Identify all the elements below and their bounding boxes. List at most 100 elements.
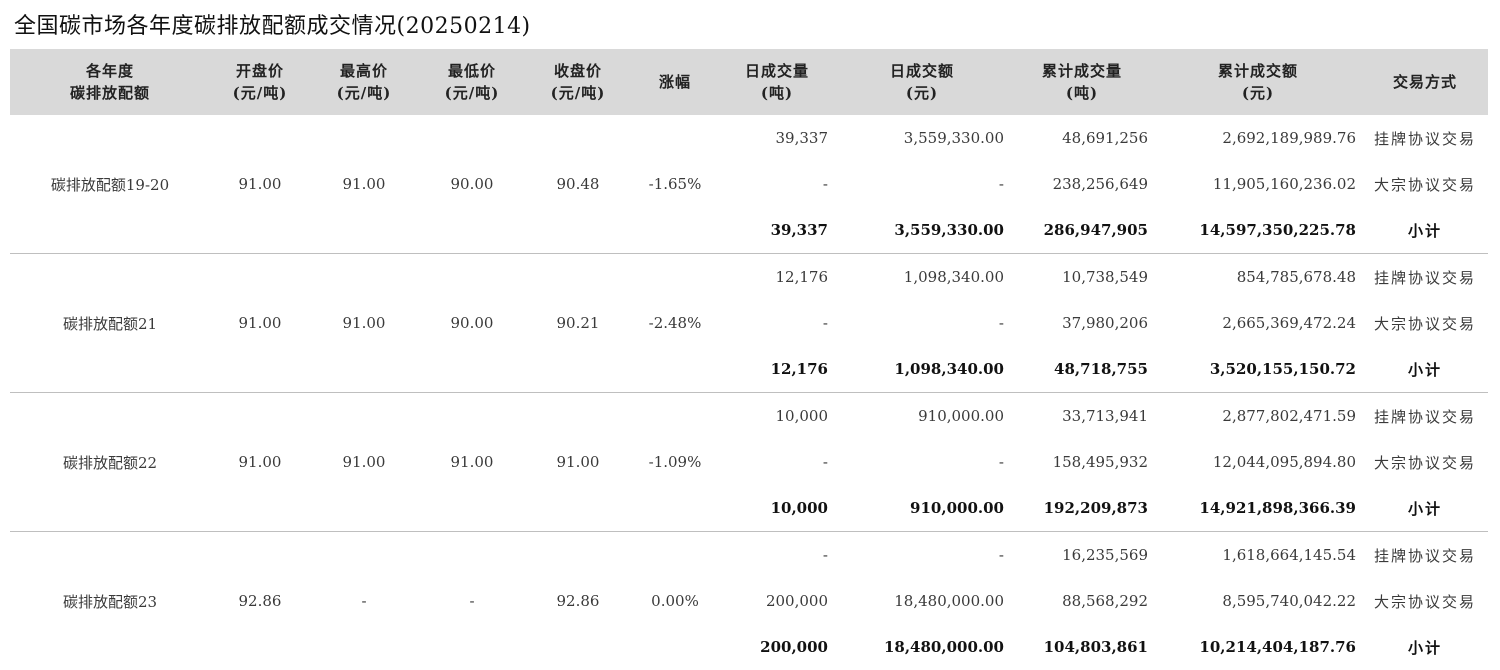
- cumulative-amount-cell: 3,520,155,150.72: [1154, 346, 1362, 393]
- low-price-cell: 90.00: [418, 253, 526, 393]
- change-cell: -1.09%: [630, 392, 720, 532]
- daily-volume-cell: -: [822, 314, 828, 332]
- close-price-cell: 90.48: [526, 115, 630, 254]
- daily-volume-cell: 10,000: [720, 485, 834, 532]
- open-price-cell: 91.00: [210, 253, 310, 393]
- col-header-trade-mode: 交易方式: [1362, 49, 1488, 115]
- quota-trading-table: 各年度 碳排放配额 开盘价 (元/吨) 最高价 (元/吨) 最低价 (元/吨) …: [10, 49, 1488, 670]
- daily-amount-cell: -: [998, 314, 1004, 332]
- table-header-row: 各年度 碳排放配额 开盘价 (元/吨) 最高价 (元/吨) 最低价 (元/吨) …: [10, 49, 1488, 115]
- open-price-cell: 92.86: [238, 592, 282, 610]
- high-price-cell: 91.00: [310, 392, 418, 532]
- open-price-cell: 91.00: [210, 115, 310, 254]
- trade-mode-cell: 小计: [1362, 346, 1488, 393]
- daily-volume-cell: 200,000: [765, 592, 828, 610]
- table-row: 碳排放配额19-20 91.00 91.00 90.00 90.48 -1.65% 39,3…: [10, 115, 1488, 254]
- quota-name-cell: 碳排放配额21: [10, 253, 210, 393]
- cumulative-amount-cell: 2,877,802,471.59: [1222, 407, 1356, 425]
- table-row: 碳排放配额22 91.00 91.00 91.00 91.00 -1.09% 10,000 9…: [10, 392, 1488, 532]
- table-body: 碳排放配额19-20 91.00 91.00 90.00 90.48 -1.65% 39,3…: [10, 115, 1488, 670]
- cumulative-volume-cell: 158,495,932: [1052, 453, 1148, 471]
- cumulative-volume-cell: 10,738,549: [1062, 268, 1148, 286]
- trade-mode-cell: 大宗协议交易: [1373, 175, 1476, 194]
- col-header-change: 涨幅: [630, 49, 720, 115]
- trade-mode-cell: 挂牌协议交易: [1373, 129, 1476, 148]
- cumulative-amount-cell: 8,595,740,042.22: [1222, 592, 1356, 610]
- col-header-daily-amount: 日成交额 (元): [834, 49, 1010, 115]
- col-header-cumulative-volume: 累计成交量 (吨): [1010, 49, 1154, 115]
- daily-volume-cell: 12,176: [775, 268, 829, 286]
- daily-amount-cell: 18,480,000.00: [894, 592, 1004, 610]
- high-price-cell: -: [361, 592, 367, 610]
- open-price-cell: 91.00: [210, 392, 310, 532]
- cumulative-amount-cell: 2,665,369,472.24: [1222, 314, 1356, 332]
- cumulative-volume-cell: 286,947,905: [1010, 207, 1154, 254]
- cumulative-volume-cell: 48,718,755: [1010, 346, 1154, 393]
- cumulative-amount-cell: 2,692,189,989.76: [1222, 129, 1356, 147]
- cumulative-volume-cell: 16,235,569: [1062, 546, 1148, 564]
- cumulative-amount-cell: 1,618,664,145.54: [1222, 546, 1356, 564]
- cumulative-volume-cell: 192,209,873: [1010, 485, 1154, 532]
- high-price-cell: 91.00: [310, 253, 418, 393]
- quota-name-cell: 碳排放配额19-20: [10, 115, 210, 254]
- close-price-cell: 91.00: [526, 392, 630, 532]
- trade-mode-cell: 挂牌协议交易: [1373, 407, 1476, 426]
- col-header-low-price: 最低价 (元/吨): [418, 49, 526, 115]
- cumulative-amount-cell: 11,905,160,236.02: [1212, 175, 1356, 193]
- cumulative-volume-cell: 238,256,649: [1052, 175, 1148, 193]
- daily-amount-cell: 1,098,340.00: [834, 346, 1010, 393]
- daily-amount-cell: 18,480,000.00: [883, 638, 1004, 656]
- daily-amount-cell: 3,559,330.00: [903, 129, 1004, 147]
- daily-volume-cell: 39,337: [775, 129, 829, 147]
- trade-mode-cell: 大宗协议交易: [1373, 314, 1476, 333]
- cumulative-volume-cell: 48,691,256: [1062, 129, 1148, 147]
- daily-amount-cell: 910,000.00: [834, 485, 1010, 532]
- daily-amount-cell: 910,000.00: [918, 407, 1004, 425]
- quota-name-cell: 碳排放配额22: [10, 392, 210, 532]
- close-price-cell: 90.21: [526, 253, 630, 393]
- table-row: 碳排放配额23 92.86 - - 92.86 0.00% - - 16,235,569 1,61…: [10, 532, 1488, 611]
- table-row: 碳排放配额21 91.00 91.00 90.00 90.21 -2.48% 12,176 1…: [10, 253, 1488, 393]
- daily-volume-cell: -: [822, 453, 828, 471]
- daily-amount-cell: -: [998, 175, 1004, 193]
- trade-mode-cell: 小计: [1362, 207, 1488, 254]
- high-price-cell: 91.00: [310, 115, 418, 254]
- daily-amount-cell: -: [998, 453, 1004, 471]
- cumulative-amount-cell: 10,214,404,187.76: [1199, 638, 1356, 656]
- cumulative-volume-cell: 33,713,941: [1062, 407, 1148, 425]
- trade-mode-cell: 大宗协议交易: [1373, 592, 1476, 611]
- low-price-cell: 90.00: [418, 115, 526, 254]
- trade-mode-cell: 挂牌协议交易: [1373, 546, 1476, 565]
- col-header-daily-volume: 日成交量 (吨): [720, 49, 834, 115]
- change-cell: -1.65%: [630, 115, 720, 254]
- daily-volume-cell: -: [822, 175, 828, 193]
- col-header-open-price: 开盘价 (元/吨): [210, 49, 310, 115]
- daily-volume-cell: 39,337: [720, 207, 834, 254]
- cumulative-volume-cell: 104,803,861: [1043, 638, 1148, 656]
- trade-mode-cell: 小计: [1407, 638, 1442, 657]
- col-header-quota-year: 各年度 碳排放配额: [10, 49, 210, 115]
- page-title: 全国碳市场各年度碳排放配额成交情况(20250214): [14, 14, 531, 39]
- change-cell: 0.00%: [651, 592, 699, 610]
- cumulative-volume-cell: 88,568,292: [1062, 592, 1148, 610]
- col-header-cumulative-amount: 累计成交额 (元): [1154, 49, 1362, 115]
- close-price-cell: 92.86: [556, 592, 600, 610]
- quota-name-cell: 碳排放配额23: [62, 592, 158, 611]
- cumulative-volume-cell: 37,980,206: [1062, 314, 1148, 332]
- col-header-close-price: 收盘价 (元/吨): [526, 49, 630, 115]
- daily-volume-cell: 10,000: [775, 407, 829, 425]
- daily-amount-cell: 3,559,330.00: [834, 207, 1010, 254]
- daily-volume-cell: 200,000: [760, 638, 828, 656]
- col-header-high-price: 最高价 (元/吨): [310, 49, 418, 115]
- trade-mode-cell: 小计: [1362, 485, 1488, 532]
- trade-mode-cell: 大宗协议交易: [1373, 453, 1476, 472]
- low-price-cell: 91.00: [418, 392, 526, 532]
- cumulative-amount-cell: 14,597,350,225.78: [1154, 207, 1362, 254]
- daily-volume-cell: -: [822, 546, 828, 564]
- daily-amount-cell: 1,098,340.00: [903, 268, 1004, 286]
- cumulative-amount-cell: 14,921,898,366.39: [1154, 485, 1362, 532]
- daily-volume-cell: 12,176: [720, 346, 834, 393]
- cumulative-amount-cell: 12,044,095,894.80: [1212, 453, 1356, 471]
- low-price-cell: -: [469, 592, 475, 610]
- trade-mode-cell: 挂牌协议交易: [1373, 268, 1476, 287]
